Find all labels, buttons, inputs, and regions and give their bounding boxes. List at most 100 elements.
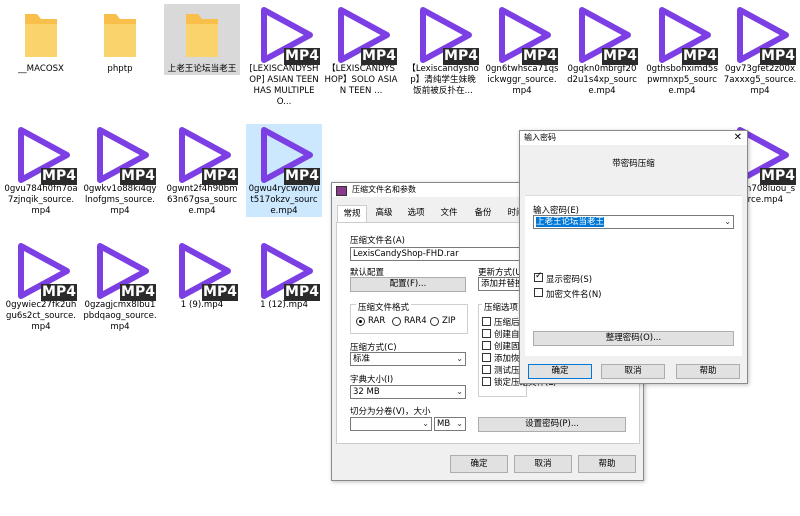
archive-cancel-button[interactable]: 取消 [514, 455, 572, 473]
video-file-item[interactable]: MP4 【LEXISCANDYSHOP】SOLO ASIAN TEEN ... [323, 4, 399, 97]
tab-options[interactable]: 选项 [402, 205, 430, 222]
option-checkbox[interactable] [482, 341, 491, 350]
file-label: 0gzagjcmx8lbu1pbdqaog_source.mp4 [83, 300, 157, 332]
video-file-item[interactable]: MP4 0gv73gfet2z00x7axxxg5_source.mp4 [722, 4, 798, 97]
video-play-icon: MP4 [170, 240, 238, 301]
option-checkbox[interactable] [482, 329, 491, 338]
video-file-item[interactable]: MP4 0gqkn0mbrgf20d2u1s4xp_source.mp4 [564, 4, 640, 97]
video-play-icon: MP4 [490, 4, 558, 65]
password-help-button[interactable]: 帮助 [676, 364, 740, 379]
chevron-down-icon: ⌄ [456, 354, 463, 363]
file-label: 0gthsbohximd5spwmnxp5_source.mp4 [646, 64, 718, 96]
split-unit-select[interactable]: MB ⌄ [434, 417, 466, 431]
show-password-checkbox[interactable] [534, 271, 543, 282]
winrar-icon [336, 186, 347, 196]
dict-label: 字典大小(I) [350, 375, 394, 385]
archive-name-input[interactable]: LexisCandyShop-FHD.rar [350, 247, 525, 261]
video-play-icon: MP4 [170, 124, 238, 185]
archive-ok-button[interactable]: 确定 [450, 455, 508, 473]
mp4-badge: MP4 [284, 48, 320, 65]
video-file-item[interactable]: MP4 1 (12).mp4 [246, 240, 322, 311]
video-file-item[interactable]: MP4 0gthsbohximd5spwmnxp5_source.mp4 [644, 4, 720, 97]
password-dialog-titlebar[interactable]: 输入密码 ✕ [520, 131, 747, 145]
file-label: phptp [107, 64, 133, 74]
file-label: 1 (12).mp4 [260, 300, 308, 310]
format-rar-radio[interactable] [356, 317, 365, 326]
chevron-down-icon: ⌄ [422, 419, 429, 428]
mp4-badge: MP4 [120, 284, 156, 301]
update-mode-select[interactable]: 添加并替换 [478, 277, 525, 291]
folder-item[interactable]: 上老王论坛当老王 [164, 4, 240, 75]
close-icon[interactable]: ✕ [734, 131, 742, 145]
mp4-badge: MP4 [120, 168, 156, 185]
video-file-item[interactable]: MP4 0gwu4rycwon7ut517okzv_source.mp4 [246, 124, 322, 217]
option-checkbox[interactable] [482, 377, 491, 386]
folder-icon [9, 4, 73, 64]
video-file-item[interactable]: MP4 0gvu784h0fn7oa7zjnqik_source.mp4 [3, 124, 79, 217]
video-play-icon: MP4 [88, 240, 156, 301]
video-play-icon: MP4 [88, 124, 156, 185]
video-file-item[interactable]: MP4 0gn6twhsca71qsickwggr_source.mp4 [484, 4, 560, 97]
option-checkbox[interactable] [482, 353, 491, 362]
password-cancel-button[interactable]: 取消 [601, 364, 665, 379]
password-dialog: 输入密码 ✕ 带密码压缩 输入密码(E) 上老王论坛当老王 ⌄ 显示密码(S) … [519, 130, 748, 384]
encrypt-names-checkbox[interactable] [534, 288, 543, 297]
format-rar4-radio[interactable] [392, 317, 401, 326]
tab-files[interactable]: 文件 [435, 205, 463, 222]
video-file-item[interactable]: MP4 0gwkv1o88ki4qylnofgms_source.mp4 [82, 124, 158, 217]
tab-advanced[interactable]: 高级 [370, 205, 398, 222]
mp4-badge: MP4 [602, 48, 638, 65]
chevron-down-icon: ⌄ [456, 419, 463, 428]
organize-passwords-button[interactable]: 整理密码(O)... [533, 331, 734, 346]
tab-general[interactable]: 常规 [337, 205, 367, 223]
folder-icon [170, 4, 234, 64]
archive-dialog-title: 压缩文件名和参数 [352, 185, 416, 194]
video-play-icon: MP4 [650, 4, 718, 65]
format-zip-radio[interactable] [430, 317, 439, 326]
video-play-icon: MP4 [252, 240, 320, 301]
encrypt-names-label: 加密文件名(N) [546, 290, 602, 300]
password-ok-button[interactable]: 确定 [528, 364, 592, 379]
options-label: 压缩选项 [482, 301, 521, 313]
show-password-label: 显示密码(S) [546, 275, 593, 285]
file-label: 0gwnt2f4h90bm63n67gsa_source.mp4 [166, 184, 238, 216]
mp4-badge: MP4 [202, 284, 238, 301]
password-heading: 带密码压缩 [612, 159, 655, 169]
file-label: 0gv73gfet2z00x7axxxg5_source.mp4 [723, 64, 797, 96]
archive-name-label: 压缩文件名(A) [350, 236, 405, 246]
option-checkbox[interactable] [482, 365, 491, 374]
archive-help-button[interactable]: 帮助 [578, 455, 636, 473]
format-zip-label: ZIP [442, 316, 456, 326]
profile-button[interactable]: 配置(F)... [350, 277, 466, 292]
file-label: 0gwu4rycwon7ut517okzv_source.mp4 [248, 184, 320, 216]
mp4-badge: MP4 [760, 168, 796, 185]
file-label: 0gywiec27fk2uhgu6s2ct_source.mp4 [5, 300, 77, 332]
folder-item[interactable]: __MACOSX [3, 4, 79, 75]
method-select[interactable]: 标准 ⌄ [350, 352, 466, 366]
format-rar-label: RAR [368, 316, 386, 326]
video-file-item[interactable]: MP4 [LEXISCANDYSHOP] ASIAN TEEN HAS MULTI… [246, 4, 322, 108]
file-label: 上老王论坛当老王 [167, 64, 237, 74]
dict-select[interactable]: 32 MB ⌄ [350, 385, 466, 399]
set-password-button[interactable]: 设置密码(P)... [478, 417, 626, 432]
video-file-item[interactable]: MP4 1 (9).mp4 [164, 240, 240, 311]
mp4-badge: MP4 [760, 48, 796, 65]
mp4-badge: MP4 [284, 284, 320, 301]
video-file-item[interactable]: MP4 0gzagjcmx8lbu1pbdqaog_source.mp4 [82, 240, 158, 333]
option-checkbox[interactable] [482, 317, 491, 326]
video-play-icon: MP4 [9, 124, 77, 185]
password-input[interactable]: 上老王论坛当老王 ⌄ [533, 215, 734, 229]
option-label: 测试压 [494, 366, 520, 376]
split-size-input[interactable]: ⌄ [350, 417, 432, 431]
chevron-down-icon: ⌄ [456, 387, 463, 396]
file-label: 【LEXISCANDYSHOP】SOLO ASIAN TEEN ... [324, 64, 398, 96]
video-file-item[interactable]: MP4 0gwnt2f4h90bm63n67gsa_source.mp4 [164, 124, 240, 217]
video-play-icon: MP4 [252, 124, 320, 185]
option-label: 添加恢 [494, 354, 520, 364]
video-file-item[interactable]: MP4 【Lexiscandyshop】清纯学生妹晚饭前被反扑在... [405, 4, 481, 97]
video-file-item[interactable]: MP4 0gywiec27fk2uhgu6s2ct_source.mp4 [3, 240, 79, 333]
mp4-badge: MP4 [522, 48, 558, 65]
format-rar4-label: RAR4 [404, 316, 427, 326]
folder-item[interactable]: phptp [82, 4, 158, 75]
tab-backup[interactable]: 备份 [469, 205, 497, 222]
